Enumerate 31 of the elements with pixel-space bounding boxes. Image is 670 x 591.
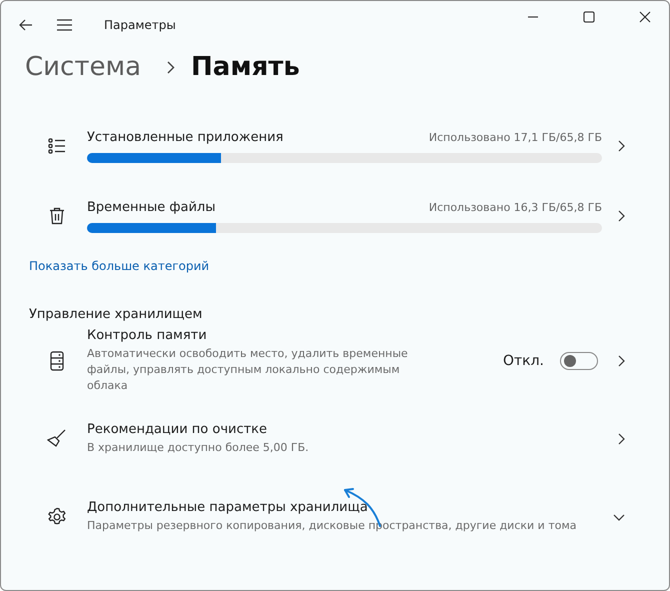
window-title: Параметры: [104, 18, 176, 32]
show-more-link[interactable]: Показать больше категорий: [29, 259, 669, 273]
setting-title: Контроль памяти: [87, 328, 208, 343]
chevron-right-icon[interactable]: [618, 433, 625, 445]
chevron-down-icon[interactable]: [613, 514, 625, 520]
chevron-right-icon[interactable]: [618, 140, 625, 152]
usage-text: Использовано 16,3 ГБ/65,8 ГБ: [428, 200, 602, 214]
back-arrow-icon[interactable]: [19, 19, 33, 31]
page-title: Память: [191, 52, 300, 82]
breadcrumb-parent[interactable]: Система: [25, 52, 142, 82]
setting-title: Дополнительные параметры хранилища: [87, 500, 369, 515]
menu-icon[interactable]: [57, 19, 72, 31]
chevron-right-icon[interactable]: [618, 210, 625, 222]
broom-icon: [47, 429, 67, 449]
section-title: Управление хранилищем: [29, 307, 204, 322]
toggle-switch[interactable]: [560, 352, 598, 370]
setting-title: Рекомендации по очистке: [87, 422, 268, 437]
category-label: Временные файлы: [87, 200, 216, 214]
maximize-icon[interactable]: [583, 11, 595, 23]
setting-description: Параметры резервного копирования, дисковые пространства, другие диски и тома: [87, 518, 578, 534]
close-icon[interactable]: [639, 11, 651, 23]
chevron-right-icon: [167, 60, 176, 74]
usage-text: Использовано 17,1 ГБ/65,8 ГБ: [428, 130, 602, 144]
setting-description: Автоматически освободить место, удалить временные файлы, управлять доступным локально содержимым облака: [87, 346, 409, 394]
list-icon: [47, 138, 67, 154]
category-label: Установленные приложения: [87, 130, 284, 144]
chevron-right-icon[interactable]: [618, 355, 625, 367]
toggle-state-label: Откл.: [502, 353, 544, 369]
setting-description: В хранилище доступно более 5,00 ГБ.: [87, 440, 310, 456]
settings-icon: [47, 507, 67, 527]
trash-icon: [47, 207, 67, 225]
